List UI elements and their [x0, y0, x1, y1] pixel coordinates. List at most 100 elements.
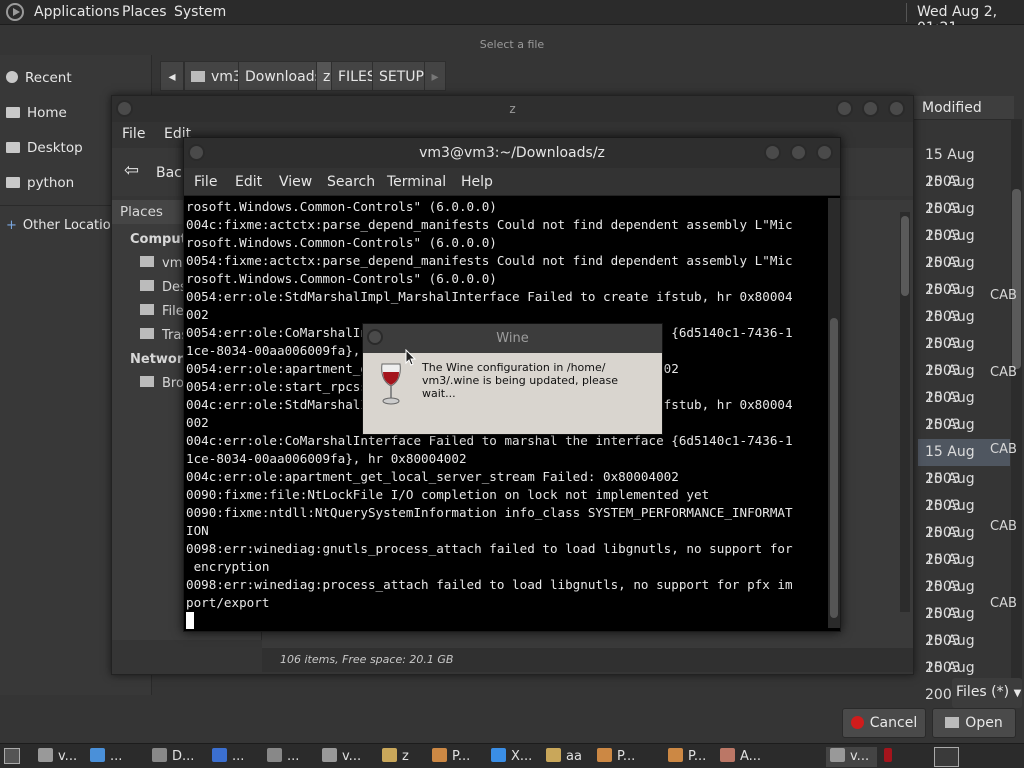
plus-icon: + — [6, 218, 17, 233]
drive-icon — [152, 748, 167, 762]
file-label[interactable]: CAB — [990, 288, 1017, 303]
taskbar: v...... D......... v... z P... X... aa P... P...… — [0, 743, 1024, 768]
window-title: vm3@vm3:~/Downloads/z — [419, 145, 605, 161]
applications-menu[interactable]: Applications — [34, 4, 120, 20]
file-label[interactable]: CAB — [990, 365, 1017, 380]
taskbar-item[interactable]: P... — [668, 747, 706, 767]
place-other-locations[interactable]: + Other Locations — [6, 213, 126, 239]
taskbar-item[interactable]: D... — [152, 747, 194, 767]
minimize-icon[interactable] — [764, 144, 781, 161]
window-title: z — [509, 102, 516, 116]
terminal-menubar: File Edit View Search Terminal Help — [184, 168, 840, 196]
file-label[interactable]: CAB — [990, 519, 1017, 534]
menu-view[interactable]: View — [279, 174, 312, 190]
taskbar-item[interactable]: X... — [491, 747, 532, 767]
terminal-line: rosoft.Windows.Common-Controls" (6.0.0.0… — [186, 235, 497, 250]
modified-cell[interactable]: 15 Aug 2003 — [918, 412, 1010, 460]
taskbar-item[interactable]: P... — [432, 747, 470, 767]
menu-file[interactable]: File — [122, 126, 145, 142]
menu-file[interactable]: File — [194, 174, 217, 190]
folder-icon — [546, 748, 561, 762]
modified-cell[interactable]: 15 Aug 2003 — [918, 331, 1010, 379]
taskbar-item[interactable]: v... — [826, 747, 878, 767]
modified-cell[interactable]: 15 Aug 2003 — [918, 628, 1010, 676]
maximize-icon[interactable] — [790, 144, 807, 161]
taskbar-item-wine[interactable] — [884, 747, 897, 767]
modified-cell[interactable]: 15 Aug 2003 — [918, 223, 1010, 271]
scrollbar-thumb[interactable] — [901, 216, 909, 296]
taskbar-item[interactable]: ... — [212, 747, 244, 767]
file-filter-select[interactable]: Files (*) ▼ — [952, 678, 1022, 708]
terminal-line: 0098:err:winediag:gnutls_process_attach … — [186, 541, 793, 556]
place-desktop[interactable]: Desktop — [6, 135, 83, 161]
cancel-icon — [850, 716, 864, 729]
system-menu[interactable]: System — [174, 4, 226, 20]
top-panel: Applications Places System Wed Aug 2, 01… — [0, 0, 1024, 36]
window-menu-icon[interactable] — [188, 144, 205, 161]
terminal-scrollbar[interactable] — [828, 198, 840, 628]
menu-edit[interactable]: Edit — [235, 174, 262, 190]
terminal-line: 1ce-8034-00aa006009fa}, hr 0x80004002 — [186, 451, 467, 466]
menu-terminal[interactable]: Terminal — [387, 174, 446, 190]
close-icon[interactable] — [816, 144, 833, 161]
cancel-button[interactable]: Cancel — [842, 708, 926, 738]
dialog-title: Wine — [496, 331, 529, 346]
path-back-button[interactable]: ◂ — [160, 61, 184, 91]
modified-cell[interactable]: 15 Aug 2003 — [918, 385, 1010, 433]
scrollbar-thumb[interactable] — [830, 318, 838, 618]
modified-cell[interactable]: 15 Aug 2003 — [918, 493, 1010, 541]
modified-column-header[interactable]: Modified — [914, 96, 1014, 120]
minimize-icon[interactable] — [836, 100, 853, 117]
file-label[interactable]: CAB — [990, 442, 1017, 457]
file-label[interactable]: CAB — [990, 596, 1017, 611]
menu-search[interactable]: Search — [327, 174, 375, 190]
workspace-switcher[interactable] — [934, 747, 959, 767]
maximize-icon[interactable] — [862, 100, 879, 117]
place-recent[interactable]: Recent — [6, 65, 72, 91]
close-icon[interactable] — [888, 100, 905, 117]
file-manager-titlebar[interactable]: z — [112, 96, 913, 122]
app-icon — [668, 748, 683, 762]
menu-help[interactable]: Help — [461, 174, 493, 190]
modified-cell[interactable]: 15 Aug 2003 — [918, 196, 1010, 244]
app-icon — [491, 748, 506, 762]
modified-cell[interactable]: 15 Aug 2003 — [918, 142, 1010, 190]
desktop-icon — [140, 280, 154, 291]
modified-cell[interactable]: 15 Aug 2003 — [918, 250, 1010, 298]
terminal-line: 004c:err:ole:apartment_get_local_server_… — [186, 469, 679, 484]
modified-cell[interactable]: 15 Aug 2003 — [918, 547, 1010, 595]
taskbar-item[interactable]: ... — [267, 747, 299, 767]
back-arrow-icon[interactable]: ⇦ — [124, 160, 139, 181]
terminal-line: rosoft.Windows.Common-Controls" (6.0.0.0… — [186, 271, 497, 286]
path-setup[interactable]: SETUP — [372, 61, 431, 91]
open-button[interactable]: Open — [932, 708, 1016, 738]
path-forward-button[interactable]: ▸ — [424, 61, 446, 91]
taskbar-item[interactable]: A... — [720, 747, 761, 767]
place-python[interactable]: python — [6, 170, 74, 196]
modified-cell[interactable]: 15 Aug 2003 — [918, 466, 1010, 514]
taskbar-item[interactable]: v... — [322, 747, 361, 767]
modified-cell[interactable]: 15 Aug 2003 — [918, 169, 1010, 217]
taskbar-item-label: v... — [58, 749, 78, 764]
taskbar-item[interactable]: z — [382, 747, 409, 767]
gnome-menu-icon[interactable] — [6, 3, 24, 21]
icon-view-scrollbar[interactable] — [900, 212, 910, 612]
taskbar-item[interactable]: v... — [38, 747, 77, 767]
place-home[interactable]: Home — [6, 100, 67, 126]
taskbar-item[interactable]: aa — [546, 747, 582, 767]
show-desktop-icon[interactable] — [4, 748, 20, 764]
home-icon — [140, 256, 154, 267]
terminal-line: ION — [186, 523, 209, 538]
file-list-scrollbar[interactable] — [1011, 119, 1022, 679]
taskbar-item[interactable]: ... — [90, 747, 122, 767]
taskbar-item[interactable]: P... — [597, 747, 635, 767]
scrollbar-thumb[interactable] — [1012, 189, 1021, 369]
window-menu-icon[interactable] — [367, 329, 383, 345]
places-menu[interactable]: Places — [122, 4, 167, 20]
modified-cell[interactable]: 15 Aug 2003 — [918, 304, 1010, 352]
terminal-titlebar[interactable]: vm3@vm3:~/Downloads/z — [184, 138, 840, 168]
terminal-line: rosoft.Windows.Common-Controls" (6.0.0.0… — [186, 199, 497, 214]
file-chooser-title: Select a file — [479, 38, 545, 51]
window-menu-icon[interactable] — [116, 100, 133, 117]
mouse-cursor-icon — [405, 348, 417, 367]
